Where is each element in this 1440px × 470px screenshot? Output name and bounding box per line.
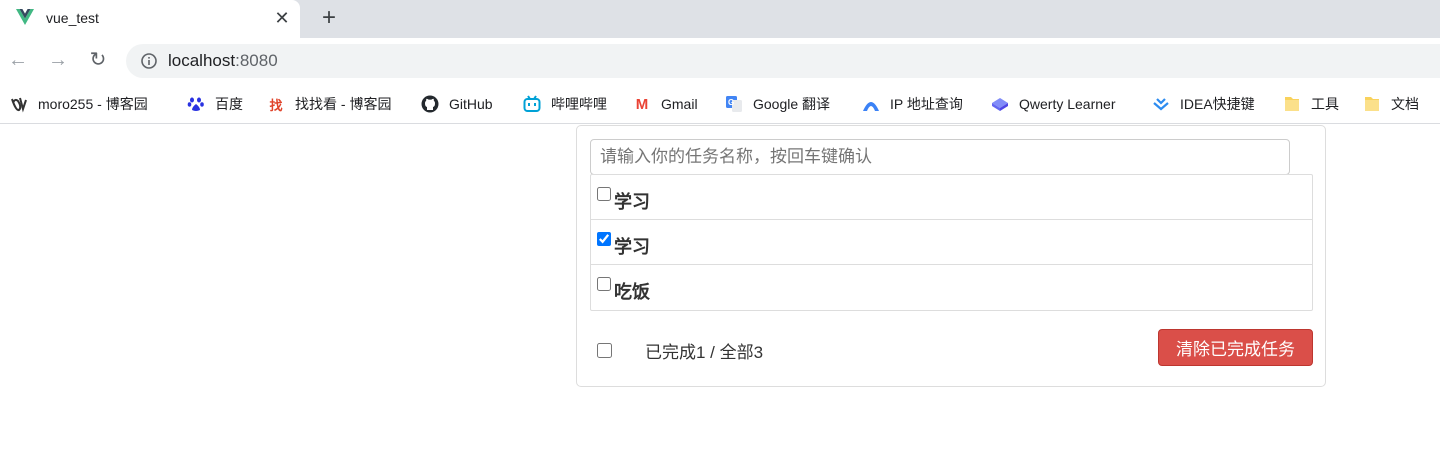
site-info-icon[interactable]	[141, 53, 157, 69]
baidu-paw-icon	[187, 95, 205, 113]
google-translate-icon: G	[725, 95, 743, 113]
task-name-input[interactable]	[590, 139, 1290, 175]
bookmark-label: 文档	[1391, 96, 1419, 112]
gmail-icon: M	[635, 95, 649, 113]
zhaozhaokan-icon: 找	[269, 97, 283, 113]
task-checkbox[interactable]	[597, 232, 611, 246]
back-arrow-icon[interactable]: ←	[7, 49, 29, 71]
browser-toolbar: ← → ↻ localhost:8080	[0, 38, 1440, 86]
bookmarks-bar: moro255 - 博客园 百度 找 找找看 - 博客园 GitHub 哔哩哔哩…	[0, 86, 1440, 124]
task-item: 学习	[591, 220, 1312, 265]
bookmark-folder-tools[interactable]: 工具	[1283, 94, 1339, 114]
address-bar[interactable]: localhost:8080	[126, 44, 1440, 78]
bookmark-cnblogs[interactable]: moro255 - 博客园	[10, 94, 148, 114]
github-icon	[421, 95, 439, 113]
bookmark-label: Google 翻译	[753, 96, 831, 112]
bookmark-label: 工具	[1311, 96, 1339, 112]
ip-lookup-icon	[862, 95, 880, 113]
bookmark-label: moro255 - 博客园	[38, 96, 148, 112]
tab-strip: vue_test ✕ +	[0, 0, 1440, 38]
task-checkbox[interactable]	[597, 277, 611, 291]
completion-stats: 已完成1 / 全部3	[645, 343, 764, 362]
bookmark-label: 哔哩哔哩	[551, 96, 607, 112]
svg-text:G: G	[728, 98, 734, 107]
task-item: 吃饭	[591, 265, 1312, 310]
bookmark-label: IP 地址查询	[890, 96, 963, 112]
task-item: 学习	[591, 175, 1312, 220]
bookmark-baidu[interactable]: 百度	[187, 94, 243, 114]
bilibili-icon	[523, 95, 541, 113]
select-all-checkbox[interactable]	[597, 343, 612, 358]
bookmark-idea-shortcuts[interactable]: IDEA快捷键	[1152, 94, 1255, 114]
clear-completed-button[interactable]: 清除已完成任务	[1158, 329, 1313, 366]
task-name: 学习	[614, 237, 650, 257]
bookmark-label: Gmail	[661, 96, 698, 112]
task-list: 学习 学习 吃饭	[590, 174, 1313, 311]
tab-title: vue_test	[46, 10, 99, 26]
forward-arrow-icon[interactable]: →	[47, 49, 69, 71]
bookmark-label: Qwerty Learner	[1019, 96, 1116, 112]
bookmark-label: 找找看 - 博客园	[295, 96, 392, 112]
bookmark-label: IDEA快捷键	[1180, 96, 1255, 112]
bookmark-bilibili[interactable]: 哔哩哔哩	[523, 94, 607, 114]
reload-icon[interactable]: ↻	[87, 49, 109, 71]
bookmark-label: GitHub	[449, 96, 493, 112]
url-port: :8080	[235, 51, 278, 70]
url-host: localhost	[168, 51, 236, 70]
close-tab-icon[interactable]: ✕	[272, 8, 292, 28]
task-checkbox[interactable]	[597, 187, 611, 201]
bookmark-label: 百度	[215, 96, 243, 112]
url-text: localhost:8080	[168, 51, 278, 71]
bookmark-ip-lookup[interactable]: IP 地址查询	[862, 94, 963, 114]
todo-container: 学习 学习 吃饭 已完成1 / 全部3 清除已完成任务	[576, 125, 1326, 387]
task-name: 学习	[614, 192, 650, 212]
new-tab-icon[interactable]: +	[316, 5, 342, 31]
folder-icon	[1363, 95, 1381, 113]
keyboard-key-icon	[991, 95, 1009, 113]
idea-shortcuts-icon	[1152, 95, 1170, 113]
bookmark-qwerty-learner[interactable]: Qwerty Learner	[991, 94, 1115, 114]
browser-tab[interactable]: vue_test ✕	[0, 0, 300, 38]
task-name: 吃饭	[614, 282, 650, 302]
bookmark-folder-docs[interactable]: 文档	[1363, 94, 1419, 114]
bookmark-zhaozhaokan[interactable]: 找 找找看 - 博客园	[267, 94, 391, 114]
bookmark-gmail[interactable]: M Gmail	[633, 94, 698, 114]
vue-logo-icon	[16, 9, 34, 25]
cnblogs-icon	[10, 95, 28, 113]
bookmark-google-translate[interactable]: G Google 翻译	[725, 94, 830, 114]
folder-icon	[1283, 95, 1301, 113]
bookmark-github[interactable]: GitHub	[421, 94, 493, 114]
